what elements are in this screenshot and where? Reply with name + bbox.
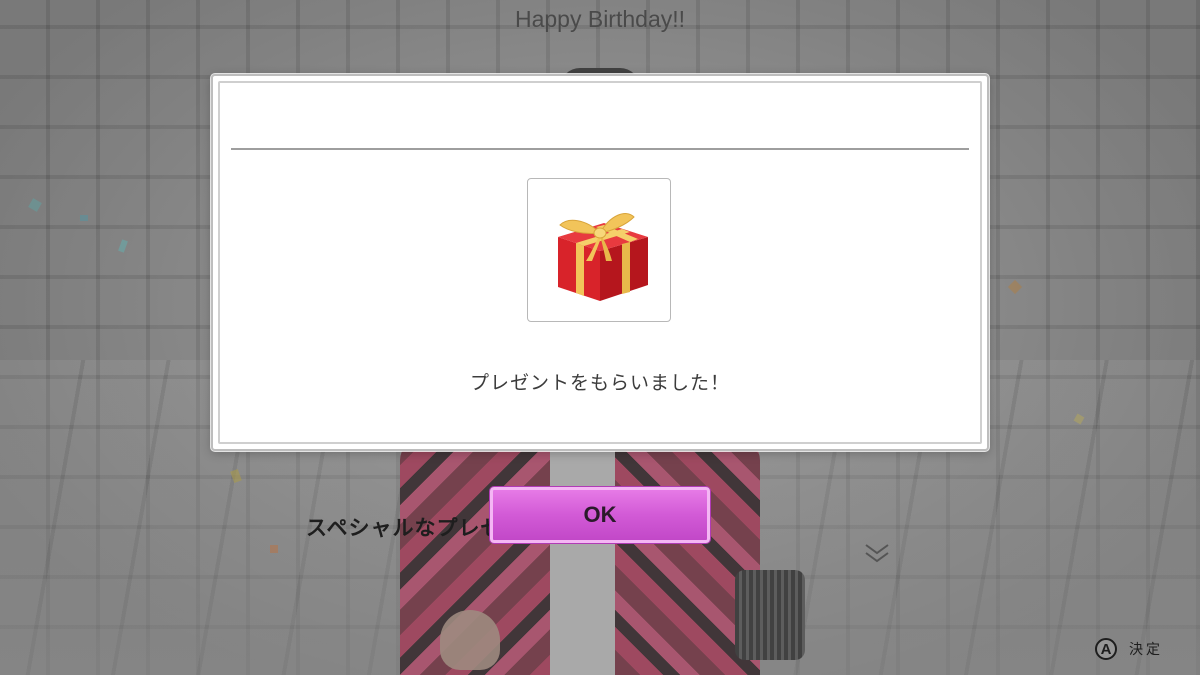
hint-label: 決定 [1129, 642, 1163, 658]
gift-box-icon [558, 213, 648, 301]
gift-item-frame [527, 178, 671, 322]
a-button-icon: A [1095, 638, 1117, 660]
control-hint: A 決定 [1095, 638, 1163, 660]
ok-button[interactable]: OK [490, 487, 710, 543]
title-divider [231, 148, 969, 150]
next-chevron-icon [865, 544, 889, 563]
modal-message: プレゼントをもらいました！ [469, 372, 730, 394]
birthday-modal: Happy Birthday!! プレゼントをもらいました！ [211, 6, 989, 451]
modal-title: Happy Birthday!! [514, 6, 686, 32]
